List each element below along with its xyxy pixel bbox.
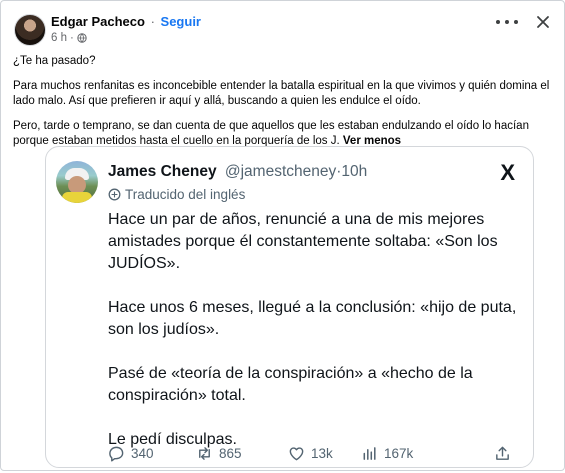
repost-count: 865 [219, 446, 242, 461]
reply-count: 340 [131, 446, 154, 461]
tweet-action-bar: 340 865 13k 167k [108, 445, 518, 465]
post-meta: 6 h · [51, 32, 87, 44]
translate-icon [108, 188, 121, 201]
post-paragraph-text: Pero, tarde o temprano, se dan cuenta de… [13, 119, 529, 148]
embedded-tweet[interactable]: James Cheney @jamestcheney·10h X Traduci… [45, 146, 534, 468]
post-time[interactable]: 6 h [51, 32, 67, 44]
views-icon [363, 447, 376, 460]
tweet-author-handle[interactable]: @jamestcheney [225, 163, 336, 180]
tweet-author-name[interactable]: James Cheney [108, 163, 217, 180]
repost-icon [199, 447, 210, 460]
translation-label: Traducido del inglés [125, 187, 246, 202]
repost-button[interactable]: 865 [196, 445, 242, 462]
author-line: Edgar Pacheco · Seguir [51, 14, 201, 29]
author-separator: · [150, 14, 155, 29]
post-paragraph: Para muchos renfanitas es inconcebible e… [13, 79, 550, 108]
author-name[interactable]: Edgar Pacheco [51, 14, 145, 29]
tweet-paragraph: Hace unos 6 meses, llegué a la conclusió… [108, 299, 517, 338]
follow-button[interactable]: Seguir [161, 14, 201, 29]
post-paragraph: Pero, tarde o temprano, se dan cuenta de… [13, 119, 553, 150]
views-button[interactable]: 167k [361, 445, 413, 462]
translation-note: Traducido del inglés [108, 187, 245, 202]
more-options-icon[interactable] [496, 15, 518, 29]
share-button[interactable] [494, 445, 511, 462]
like-icon [289, 447, 304, 461]
tweet-text: Hace un par de años, renuncié a una de m… [108, 209, 518, 473]
tweet-author-avatar[interactable] [56, 161, 98, 203]
tweet-paragraph: Hace un par de años, renuncié a una de m… [108, 211, 498, 272]
x-logo-icon: X [500, 160, 515, 185]
share-icon [496, 446, 509, 460]
post-header-actions [496, 15, 550, 29]
tweet-header: James Cheney @jamestcheney·10h [108, 163, 367, 181]
globe-icon[interactable] [77, 33, 87, 43]
post-paragraph: ¿Te ha pasado? [13, 55, 96, 67]
like-button[interactable]: 13k [288, 445, 333, 462]
author-avatar[interactable] [14, 14, 46, 46]
views-count: 167k [384, 446, 414, 461]
facebook-post: Edgar Pacheco · Seguir 6 h · ¿Te ha pasa… [0, 0, 565, 471]
reply-icon [109, 446, 124, 462]
tweet-paragraph: Pasé de «teoría de la conspiración» a «h… [108, 365, 473, 404]
like-count: 13k [311, 446, 333, 461]
tweet-time[interactable]: ·10h [336, 163, 367, 180]
reply-button[interactable]: 340 [108, 445, 154, 462]
meta-separator: · [70, 32, 74, 44]
close-icon[interactable] [536, 15, 550, 29]
post-body: ¿Te ha pasado? Para muchos renfanitas es… [13, 54, 553, 159]
